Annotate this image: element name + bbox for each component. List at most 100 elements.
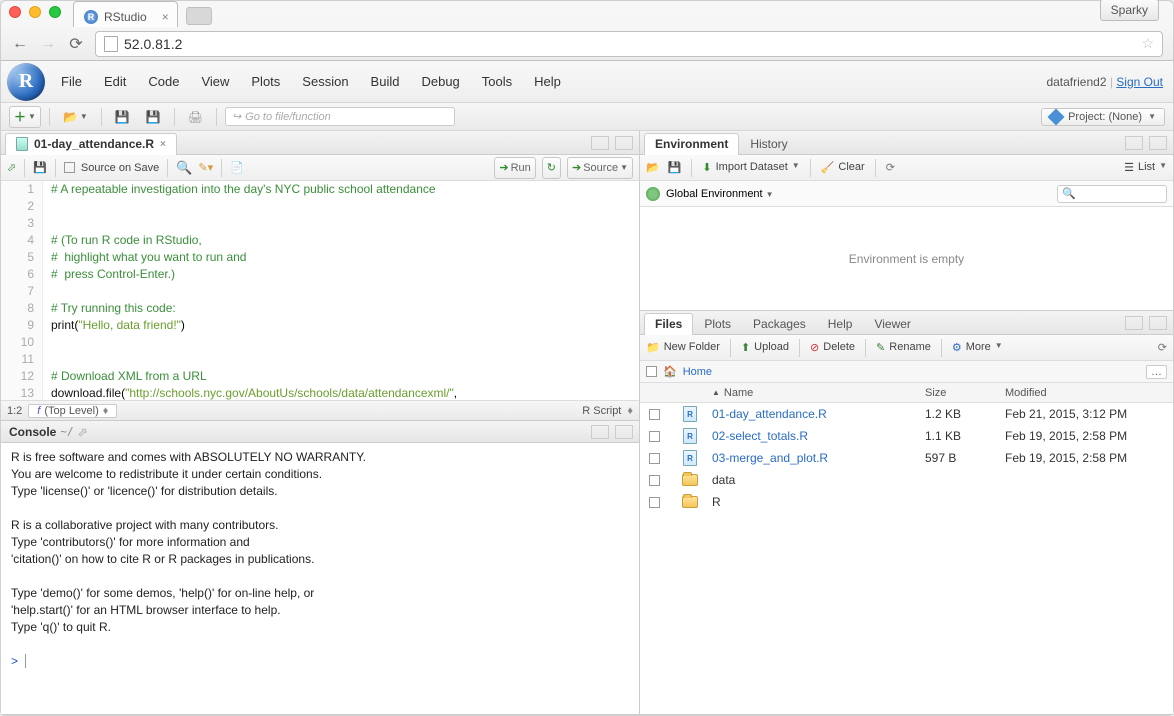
- rerun-button[interactable]: ↻: [542, 157, 561, 179]
- source-on-save-checkbox[interactable]: [64, 162, 75, 173]
- minimize-pane-icon[interactable]: [1125, 316, 1143, 330]
- file-checkbox[interactable]: [649, 453, 660, 464]
- refresh-files-icon[interactable]: ⟳: [1158, 341, 1167, 354]
- delete-button[interactable]: ⊘Delete: [810, 341, 855, 354]
- popout-console-icon[interactable]: ⬀: [78, 425, 88, 439]
- url-input[interactable]: [124, 36, 1135, 52]
- file-name[interactable]: 01-day_attendance.R: [712, 407, 925, 421]
- clear-button[interactable]: 🧹Clear: [821, 161, 865, 174]
- file-row[interactable]: data: [640, 469, 1173, 491]
- menu-tools[interactable]: Tools: [482, 74, 512, 89]
- save-workspace-icon[interactable]: 💾: [668, 161, 682, 174]
- language-label[interactable]: R Script: [582, 405, 621, 417]
- upload-button[interactable]: ⬆Upload: [741, 341, 789, 354]
- save-all-button[interactable]: 💾: [141, 106, 166, 128]
- maximize-pane-icon[interactable]: [615, 136, 633, 150]
- env-filter-input[interactable]: 🔍: [1057, 185, 1167, 203]
- new-tab-button[interactable]: [186, 7, 212, 25]
- search-icon: 🔍: [1062, 187, 1076, 200]
- tab-plots[interactable]: Plots: [693, 313, 742, 335]
- source-button[interactable]: ➔Source ▼: [567, 157, 633, 179]
- new-folder-button[interactable]: 📁New Folder: [646, 341, 720, 354]
- modified-header[interactable]: Modified: [1005, 387, 1165, 399]
- file-checkbox[interactable]: [649, 497, 660, 508]
- minimize-pane-icon[interactable]: [591, 136, 609, 150]
- tab-history[interactable]: History: [739, 133, 798, 155]
- browser-tab-rstudio[interactable]: R RStudio ×: [73, 1, 178, 27]
- bookmark-star-icon[interactable]: ☆: [1141, 35, 1154, 52]
- wand-icon[interactable]: ✎▾: [198, 161, 213, 174]
- menu-debug[interactable]: Debug: [421, 74, 459, 89]
- file-name[interactable]: data: [712, 473, 925, 487]
- forward-button[interactable]: →: [39, 35, 57, 53]
- file-row[interactable]: 03-merge_and_plot.R 597 B Feb 19, 2015, …: [640, 447, 1173, 469]
- file-name[interactable]: 03-merge_and_plot.R: [712, 451, 925, 465]
- minimize-pane-icon[interactable]: [591, 425, 609, 439]
- import-dataset-button[interactable]: ⬇Import Dataset▼: [702, 161, 799, 174]
- file-checkbox[interactable]: [649, 409, 660, 420]
- find-replace-icon[interactable]: 🔍: [176, 160, 192, 176]
- tab-packages[interactable]: Packages: [742, 313, 817, 335]
- menu-plots[interactable]: Plots: [251, 74, 280, 89]
- sort-by-name[interactable]: ▲Name: [712, 387, 925, 399]
- import-icon: ⬇: [702, 161, 711, 174]
- project-selector[interactable]: Project: (None) ▼: [1041, 108, 1165, 126]
- view-toggle[interactable]: ☰List▼: [1124, 161, 1167, 174]
- tab-help[interactable]: Help: [817, 313, 864, 335]
- env-scope-selector[interactable]: Global Environment ▼: [666, 188, 774, 200]
- menu-build[interactable]: Build: [371, 74, 400, 89]
- maximize-pane-icon[interactable]: [615, 425, 633, 439]
- maximize-pane-icon[interactable]: [1149, 316, 1167, 330]
- file-row[interactable]: R: [640, 491, 1173, 513]
- close-tab-icon[interactable]: ×: [162, 10, 169, 24]
- home-icon[interactable]: 🏠: [663, 365, 677, 378]
- print-button[interactable]: 🖨: [183, 106, 208, 128]
- menu-session[interactable]: Session: [302, 74, 348, 89]
- file-row[interactable]: 02-select_totals.R 1.1 KB Feb 19, 2015, …: [640, 425, 1173, 447]
- file-row[interactable]: 01-day_attendance.R 1.2 KB Feb 21, 2015,…: [640, 403, 1173, 425]
- tab-viewer[interactable]: Viewer: [863, 313, 921, 335]
- menu-file[interactable]: File: [61, 74, 82, 89]
- console-output[interactable]: R is free software and comes with ABSOLU…: [1, 443, 639, 714]
- more-button[interactable]: ⚙More▼: [952, 341, 1003, 354]
- file-name[interactable]: 02-select_totals.R: [712, 429, 925, 443]
- open-project-button[interactable]: 📂▼: [58, 106, 93, 128]
- run-button[interactable]: ➔Run: [494, 157, 535, 179]
- scope-selector[interactable]: f (Top Level) ♦: [28, 404, 117, 418]
- maximize-pane-icon[interactable]: [1149, 136, 1167, 150]
- r-file-icon: [683, 450, 697, 466]
- select-all-checkbox[interactable]: [646, 366, 657, 377]
- sign-out-link[interactable]: Sign Out: [1116, 75, 1163, 89]
- back-button[interactable]: ←: [11, 35, 29, 53]
- goto-file-function[interactable]: ↪ Go to file/function: [225, 107, 455, 126]
- menu-code[interactable]: Code: [148, 74, 179, 89]
- file-checkbox[interactable]: [649, 475, 660, 486]
- refresh-env-icon[interactable]: ⟳: [886, 161, 895, 174]
- rename-button[interactable]: ✎Rename: [876, 341, 931, 354]
- notebook-icon[interactable]: 📄: [230, 161, 244, 174]
- source-editor[interactable]: 12345678910111213 # A repeatable investi…: [1, 181, 639, 400]
- address-bar[interactable]: ☆: [95, 31, 1163, 57]
- menu-help[interactable]: Help: [534, 74, 561, 89]
- size-header[interactable]: Size: [925, 387, 1005, 399]
- popout-icon[interactable]: ⬀: [7, 161, 16, 174]
- tab-environment[interactable]: Environment: [644, 133, 739, 155]
- tab-files[interactable]: Files: [644, 313, 693, 335]
- menu-edit[interactable]: Edit: [104, 74, 126, 89]
- source-tab[interactable]: 01-day_attendance.R ×: [5, 133, 177, 155]
- file-checkbox[interactable]: [649, 431, 660, 442]
- breadcrumb-home[interactable]: Home: [683, 366, 712, 378]
- breadcrumb-more[interactable]: …: [1146, 365, 1167, 379]
- menu-view[interactable]: View: [201, 74, 229, 89]
- folder-icon: [682, 496, 698, 508]
- save-file-icon[interactable]: 💾: [33, 161, 47, 174]
- close-source-tab-icon[interactable]: ×: [160, 139, 166, 150]
- minimize-pane-icon[interactable]: [1125, 136, 1143, 150]
- console-cursor[interactable]: [25, 654, 26, 668]
- reload-button[interactable]: ⟳: [67, 35, 85, 53]
- new-file-button[interactable]: ＋▼: [9, 106, 41, 128]
- save-button[interactable]: 💾: [110, 106, 135, 128]
- source-pane: 01-day_attendance.R × ⬀ 💾: [1, 131, 639, 421]
- file-name[interactable]: R: [712, 495, 925, 509]
- load-workspace-icon[interactable]: 📂: [646, 161, 660, 174]
